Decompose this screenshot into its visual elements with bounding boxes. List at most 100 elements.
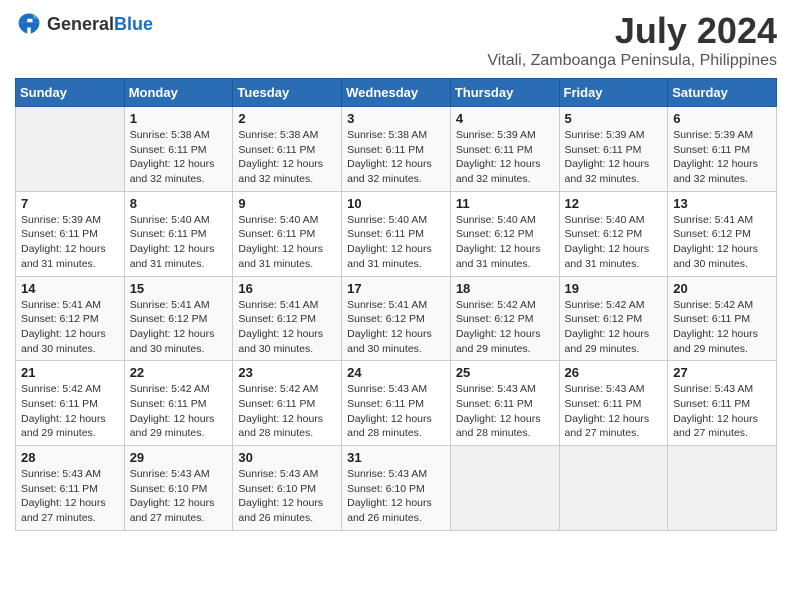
day-number: 17	[347, 281, 445, 296]
logo-general: General	[47, 14, 114, 34]
day-header-sunday: Sunday	[16, 79, 125, 107]
day-info: Sunrise: 5:38 AM Sunset: 6:11 PM Dayligh…	[130, 128, 228, 187]
calendar-cell: 3Sunrise: 5:38 AM Sunset: 6:11 PM Daylig…	[342, 107, 451, 192]
day-info: Sunrise: 5:43 AM Sunset: 6:11 PM Dayligh…	[347, 382, 445, 441]
calendar-cell: 23 Sunrise: 5:42 AM Sunset: 6:11 PM Dayli…	[233, 361, 342, 446]
day-number: 10	[347, 196, 445, 211]
day-number: 21	[21, 365, 119, 380]
day-info: Sunrise: 5:40 AM Sunset: 6:11 PM Dayligh…	[130, 213, 228, 272]
day-info: Sunrise: 5:43 AM Sunset: 6:10 PM Dayligh…	[130, 467, 228, 526]
calendar-cell: 30Sunrise: 5:43 AM Sunset: 6:10 PM Dayli…	[233, 446, 342, 531]
calendar-week-row: 14 Sunrise: 5:41 AM Sunset: 6:12 PM Dayli…	[16, 276, 777, 361]
calendar-cell: 8 Sunrise: 5:40 AM Sunset: 6:11 PM Daylig…	[124, 191, 233, 276]
day-info: Sunrise: 5:42 AM Sunset: 6:11 PM Dayligh…	[238, 382, 336, 441]
main-title: July 2024	[487, 10, 777, 52]
day-info: Sunrise: 5:43 AM Sunset: 6:11 PM Dayligh…	[673, 382, 771, 441]
day-number: 25	[456, 365, 554, 380]
day-info: Sunrise: 5:40 AM Sunset: 6:11 PM Dayligh…	[347, 213, 445, 272]
day-number: 6	[673, 111, 771, 126]
day-info: Sunrise: 5:39 AM Sunset: 6:11 PM Dayligh…	[673, 128, 771, 187]
calendar-cell: 21Sunrise: 5:42 AM Sunset: 6:11 PM Dayli…	[16, 361, 125, 446]
day-number: 14	[21, 281, 119, 296]
calendar-cell	[450, 446, 559, 531]
day-info: Sunrise: 5:43 AM Sunset: 6:10 PM Dayligh…	[347, 467, 445, 526]
calendar-cell: 9Sunrise: 5:40 AM Sunset: 6:11 PM Daylig…	[233, 191, 342, 276]
calendar-cell: 11 Sunrise: 5:40 AM Sunset: 6:12 PM Dayli…	[450, 191, 559, 276]
calendar-cell: 19 Sunrise: 5:42 AM Sunset: 6:12 PM Dayli…	[559, 276, 668, 361]
day-info: Sunrise: 5:41 AM Sunset: 6:12 PM Dayligh…	[673, 213, 771, 272]
day-number: 12	[565, 196, 663, 211]
calendar-cell: 31 Sunrise: 5:43 AM Sunset: 6:10 PM Dayli…	[342, 446, 451, 531]
calendar-header-row: SundayMondayTuesdayWednesdayThursdayFrid…	[16, 79, 777, 107]
calendar-cell: 5 Sunrise: 5:39 AM Sunset: 6:11 PM Daylig…	[559, 107, 668, 192]
calendar-cell: 26 Sunrise: 5:43 AM Sunset: 6:11 PM Dayli…	[559, 361, 668, 446]
calendar-cell: 7Sunrise: 5:39 AM Sunset: 6:11 PM Daylig…	[16, 191, 125, 276]
calendar-week-row: 21 Sunrise: 5:42 AM Sunset: 6:11 PM Dayli…	[16, 361, 777, 446]
day-header-wednesday: Wednesday	[342, 79, 451, 107]
logo-text: GeneralBlue	[47, 14, 153, 35]
calendar-cell: 20 Sunrise: 5:42 AM Sunset: 6:11 PM Dayli…	[668, 276, 777, 361]
calendar-cell: 13 Sunrise: 5:41 AM Sunset: 6:12 PM Dayli…	[668, 191, 777, 276]
calendar-week-row: 7Sunrise: 5:39 AM Sunset: 6:11 PM Daylig…	[16, 191, 777, 276]
day-info: Sunrise: 5:43 AM Sunset: 6:11 PM Dayligh…	[456, 382, 554, 441]
day-info: Sunrise: 5:42 AM Sunset: 6:12 PM Dayligh…	[456, 298, 554, 357]
calendar-cell: 4 Sunrise: 5:39 AM Sunset: 6:11 PM Daylig…	[450, 107, 559, 192]
day-info: Sunrise: 5:40 AM Sunset: 6:12 PM Dayligh…	[565, 213, 663, 272]
day-number: 19	[565, 281, 663, 296]
day-info: Sunrise: 5:39 AM Sunset: 6:11 PM Dayligh…	[565, 128, 663, 187]
logo-blue: Blue	[114, 14, 153, 34]
day-number: 18	[456, 281, 554, 296]
day-header-friday: Friday	[559, 79, 668, 107]
day-info: Sunrise: 5:41 AM Sunset: 6:12 PM Dayligh…	[130, 298, 228, 357]
calendar-cell: 25 Sunrise: 5:43 AM Sunset: 6:11 PM Dayli…	[450, 361, 559, 446]
day-number: 16	[238, 281, 336, 296]
calendar-week-row: 28Sunrise: 5:43 AM Sunset: 6:11 PM Dayli…	[16, 446, 777, 531]
day-info: Sunrise: 5:41 AM Sunset: 6:12 PM Dayligh…	[21, 298, 119, 357]
day-number: 13	[673, 196, 771, 211]
day-number: 15	[130, 281, 228, 296]
day-number: 9	[238, 196, 336, 211]
day-number: 29	[130, 450, 228, 465]
calendar-cell: 18 Sunrise: 5:42 AM Sunset: 6:12 PM Dayli…	[450, 276, 559, 361]
day-info: Sunrise: 5:42 AM Sunset: 6:11 PM Dayligh…	[673, 298, 771, 357]
day-number: 8	[130, 196, 228, 211]
day-info: Sunrise: 5:38 AM Sunset: 6:11 PM Dayligh…	[238, 128, 336, 187]
calendar-cell: 1 Sunrise: 5:38 AM Sunset: 6:11 PM Daylig…	[124, 107, 233, 192]
calendar-cell: 17 Sunrise: 5:41 AM Sunset: 6:12 PM Dayli…	[342, 276, 451, 361]
calendar-cell: 29 Sunrise: 5:43 AM Sunset: 6:10 PM Dayli…	[124, 446, 233, 531]
day-header-tuesday: Tuesday	[233, 79, 342, 107]
day-info: Sunrise: 5:43 AM Sunset: 6:11 PM Dayligh…	[565, 382, 663, 441]
calendar-cell	[559, 446, 668, 531]
calendar-cell: 10 Sunrise: 5:40 AM Sunset: 6:11 PM Dayli…	[342, 191, 451, 276]
day-info: Sunrise: 5:39 AM Sunset: 6:11 PM Dayligh…	[21, 213, 119, 272]
day-info: Sunrise: 5:43 AM Sunset: 6:11 PM Dayligh…	[21, 467, 119, 526]
day-info: Sunrise: 5:42 AM Sunset: 6:12 PM Dayligh…	[565, 298, 663, 357]
day-info: Sunrise: 5:43 AM Sunset: 6:10 PM Dayligh…	[238, 467, 336, 526]
day-number: 11	[456, 196, 554, 211]
calendar-cell: 27Sunrise: 5:43 AM Sunset: 6:11 PM Dayli…	[668, 361, 777, 446]
day-info: Sunrise: 5:39 AM Sunset: 6:11 PM Dayligh…	[456, 128, 554, 187]
calendar-cell: 15 Sunrise: 5:41 AM Sunset: 6:12 PM Dayli…	[124, 276, 233, 361]
day-number: 26	[565, 365, 663, 380]
day-number: 20	[673, 281, 771, 296]
day-number: 5	[565, 111, 663, 126]
day-info: Sunrise: 5:40 AM Sunset: 6:12 PM Dayligh…	[456, 213, 554, 272]
calendar-cell: 22Sunrise: 5:42 AM Sunset: 6:11 PM Dayli…	[124, 361, 233, 446]
calendar-cell	[668, 446, 777, 531]
calendar-cell: 2Sunrise: 5:38 AM Sunset: 6:11 PM Daylig…	[233, 107, 342, 192]
day-header-monday: Monday	[124, 79, 233, 107]
calendar-cell: 6 Sunrise: 5:39 AM Sunset: 6:11 PM Daylig…	[668, 107, 777, 192]
calendar-week-row: 1 Sunrise: 5:38 AM Sunset: 6:11 PM Daylig…	[16, 107, 777, 192]
day-header-thursday: Thursday	[450, 79, 559, 107]
day-number: 1	[130, 111, 228, 126]
subtitle: Vitali, Zamboanga Peninsula, Philippines	[487, 52, 777, 70]
day-info: Sunrise: 5:38 AM Sunset: 6:11 PM Dayligh…	[347, 128, 445, 187]
logo-icon	[15, 10, 43, 38]
day-number: 23	[238, 365, 336, 380]
logo: GeneralBlue	[15, 10, 153, 38]
calendar-cell: 28Sunrise: 5:43 AM Sunset: 6:11 PM Dayli…	[16, 446, 125, 531]
day-info: Sunrise: 5:41 AM Sunset: 6:12 PM Dayligh…	[238, 298, 336, 357]
day-number: 31	[347, 450, 445, 465]
day-info: Sunrise: 5:41 AM Sunset: 6:12 PM Dayligh…	[347, 298, 445, 357]
day-number: 4	[456, 111, 554, 126]
